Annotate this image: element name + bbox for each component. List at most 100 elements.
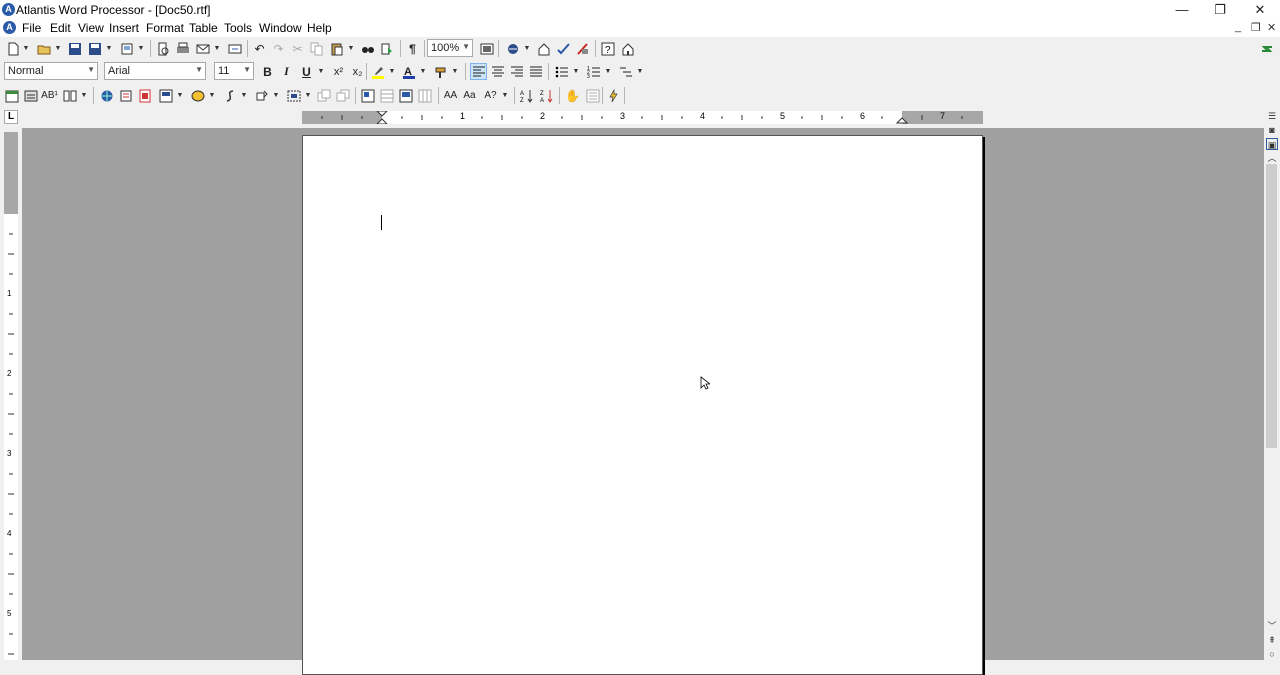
menu-edit[interactable]: Edit xyxy=(50,21,71,35)
bold-icon[interactable]: B xyxy=(259,63,276,80)
highlight-color-icon[interactable] xyxy=(369,63,386,80)
text-box-icon[interactable] xyxy=(157,87,174,104)
new-document-icon[interactable] xyxy=(4,40,21,57)
line-dropdown-icon[interactable]: ▼ xyxy=(240,87,248,104)
table-columns-icon[interactable] xyxy=(397,87,414,104)
multilevel-list-icon[interactable] xyxy=(617,63,634,80)
table-cells-icon[interactable] xyxy=(416,87,433,104)
justify-icon[interactable] xyxy=(527,63,544,80)
save-icon[interactable] xyxy=(66,40,83,57)
menu-file[interactable]: File xyxy=(22,21,41,35)
spelling-check-icon[interactable] xyxy=(555,40,572,57)
menu-insert[interactable]: Insert xyxy=(109,21,139,35)
underline-dropdown-icon[interactable]: ▼ xyxy=(317,63,325,80)
redo-icon[interactable]: ↷ xyxy=(270,40,287,57)
insert-date-icon[interactable] xyxy=(3,87,20,104)
bullets-dropdown-icon[interactable]: ▼ xyxy=(572,63,580,80)
save-dropdown-icon[interactable]: ▼ xyxy=(105,40,113,57)
undo-icon[interactable]: ↶ xyxy=(251,40,268,57)
highlight-dropdown-icon[interactable]: ▼ xyxy=(388,63,396,80)
columns-icon[interactable] xyxy=(61,87,78,104)
menu-tools[interactable]: Tools xyxy=(224,21,252,35)
maximize-button[interactable]: ❐ xyxy=(1200,0,1240,20)
horizontal-ruler[interactable]: 1 2 3 4 5 6 7 xyxy=(302,111,983,124)
table-rows-icon[interactable] xyxy=(378,87,395,104)
vertical-ruler[interactable]: 1 2 3 4 5 xyxy=(4,132,18,660)
change-case-icon[interactable]: A? xyxy=(482,87,499,104)
previous-page-icon[interactable]: ⇞ xyxy=(1266,634,1278,646)
change-case-dropdown-icon[interactable]: ▼ xyxy=(501,87,509,104)
full-screen-icon[interactable] xyxy=(478,40,495,57)
home-icon[interactable] xyxy=(619,40,636,57)
multilevel-dropdown-icon[interactable]: ▼ xyxy=(636,63,644,80)
toolbar-options-icon[interactable] xyxy=(1258,40,1275,57)
bring-forward-icon[interactable] xyxy=(315,87,332,104)
shapes-dropdown-icon[interactable]: ▼ xyxy=(208,87,216,104)
bullets-icon[interactable] xyxy=(553,63,570,80)
copy-icon[interactable] xyxy=(308,40,325,57)
document-menu-icon[interactable]: A xyxy=(3,21,16,34)
arrows-icon[interactable] xyxy=(253,87,270,104)
home-document-icon[interactable] xyxy=(535,40,552,57)
outline-view-icon[interactable] xyxy=(584,87,601,104)
line-icon[interactable] xyxy=(221,87,238,104)
wrap-dropdown-icon[interactable]: ▼ xyxy=(304,87,312,104)
close-button[interactable]: ✕ xyxy=(1240,0,1280,20)
font-size-select[interactable]: 11 ▼ xyxy=(214,62,254,80)
menu-view[interactable]: View xyxy=(78,21,104,35)
wrap-icon[interactable] xyxy=(285,87,302,104)
shapes-icon[interactable] xyxy=(189,87,206,104)
view-normal-icon[interactable]: ☰ xyxy=(1266,110,1278,122)
doc-restore-button[interactable]: ❐ xyxy=(1251,21,1261,34)
macro-icon[interactable] xyxy=(604,87,621,104)
find-icon[interactable] xyxy=(359,40,376,57)
menu-help[interactable]: Help xyxy=(307,21,332,35)
shrink-font-icon[interactable]: Aa xyxy=(461,87,478,104)
app-logo-icon[interactable]: A xyxy=(2,3,15,16)
sort-ascending-icon[interactable]: AZ xyxy=(518,87,535,104)
menu-window[interactable]: Window xyxy=(259,21,302,35)
style-select[interactable]: Normal ▼ xyxy=(4,62,98,80)
align-right-icon[interactable] xyxy=(508,63,525,80)
open-folder-icon[interactable] xyxy=(35,40,52,57)
subscript-icon[interactable]: x₂ xyxy=(349,63,366,80)
underline-icon[interactable]: U xyxy=(298,63,315,80)
minimize-button[interactable]: — xyxy=(1162,0,1202,20)
autocorrect-icon[interactable] xyxy=(574,40,591,57)
email-icon[interactable] xyxy=(194,40,211,57)
hyperlink-icon[interactable] xyxy=(98,87,115,104)
print-preview-icon[interactable] xyxy=(154,40,171,57)
zoom-select[interactable]: 100% ▼ xyxy=(427,39,473,57)
tab-selector-button[interactable]: L xyxy=(4,110,18,124)
open-dropdown-icon[interactable]: ▼ xyxy=(54,40,62,57)
format-painter-dropdown-icon[interactable]: ▼ xyxy=(451,63,459,80)
menu-table[interactable]: Table xyxy=(189,21,218,35)
document-page[interactable] xyxy=(302,135,983,675)
text-box-dropdown-icon[interactable]: ▼ xyxy=(176,87,184,104)
menu-format[interactable]: Format xyxy=(146,21,184,35)
view-web-icon[interactable]: ◙ xyxy=(1266,124,1278,136)
export-icon[interactable] xyxy=(226,40,243,57)
italic-icon[interactable]: I xyxy=(278,63,295,80)
arrows-dropdown-icon[interactable]: ▼ xyxy=(272,87,280,104)
insert-field-icon[interactable] xyxy=(22,87,39,104)
scroll-up-icon[interactable]: ︿ xyxy=(1266,152,1278,164)
bookmark-icon[interactable] xyxy=(117,87,134,104)
numbering-icon[interactable]: 123 xyxy=(585,63,602,80)
templates-icon[interactable] xyxy=(118,40,135,57)
help-icon[interactable]: ? xyxy=(599,40,616,57)
format-painter-icon[interactable] xyxy=(432,63,449,80)
font-color-dropdown-icon[interactable]: ▼ xyxy=(419,63,427,80)
save-as-icon[interactable] xyxy=(86,40,103,57)
superscript-icon[interactable]: x² xyxy=(330,63,347,80)
insert-image-icon[interactable] xyxy=(136,87,153,104)
insert-object-dropdown-icon[interactable]: ▼ xyxy=(523,40,531,57)
email-dropdown-icon[interactable]: ▼ xyxy=(213,40,221,57)
cut-icon[interactable]: ✂ xyxy=(289,40,306,57)
replace-icon[interactable] xyxy=(378,40,395,57)
columns-dropdown-icon[interactable]: ▼ xyxy=(80,87,88,104)
align-left-icon[interactable] xyxy=(470,63,487,80)
send-backward-icon[interactable] xyxy=(334,87,351,104)
doc-minimize-button[interactable]: _ xyxy=(1235,21,1241,33)
pan-hand-icon[interactable]: ✋ xyxy=(564,87,581,104)
